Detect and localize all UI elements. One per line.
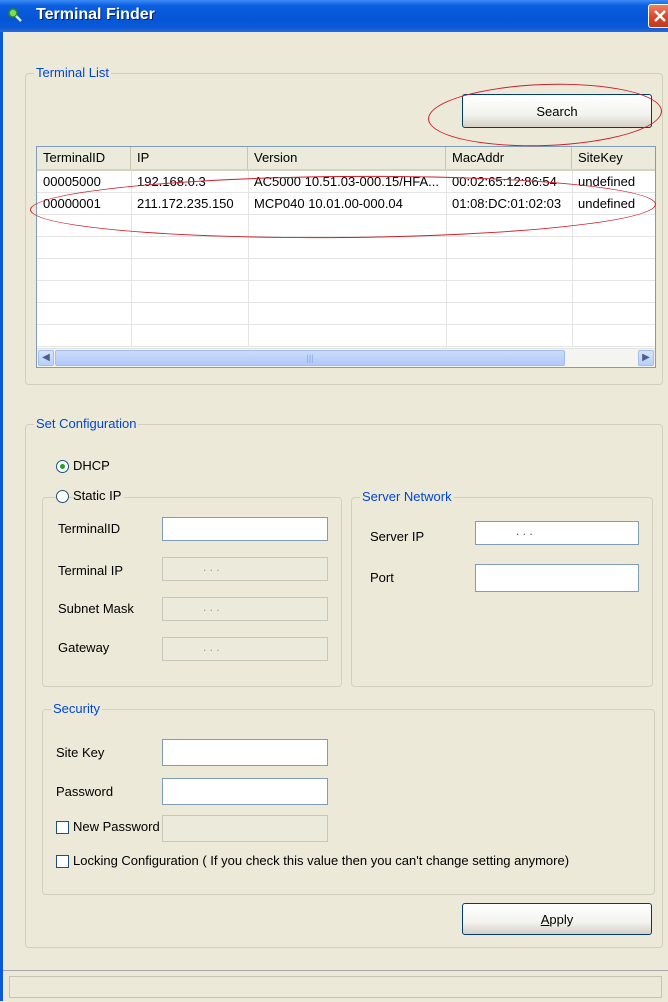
column-header-sitekey[interactable]: SiteKey <box>572 147 655 169</box>
subnet-mask-label: Subnet Mask <box>58 601 134 616</box>
terminal-id-label: TerminalID <box>58 521 121 536</box>
cell-macaddr: 00:02:65:12:86:54 <box>452 174 557 189</box>
horizontal-scrollbar[interactable]: ◀ ||| ▶ <box>37 348 655 367</box>
new-password-checkbox[interactable] <box>56 821 69 834</box>
terminal-ip-input[interactable]: . . . <box>162 557 328 581</box>
apply-button[interactable]: Apply <box>462 903 652 935</box>
terminal-list-table[interactable]: TerminalID IP Version MacAddr SiteKey 00… <box>36 146 656 368</box>
subnet-mask-input[interactable]: . . . <box>162 597 328 621</box>
ip-dots: . . . <box>516 524 533 538</box>
magnifier-icon <box>8 8 22 22</box>
search-button[interactable]: Search <box>462 94 652 128</box>
cell-version: MCP040 10.01.00-000.04 <box>254 196 403 211</box>
password-input[interactable] <box>162 778 328 805</box>
status-bar <box>3 970 668 1002</box>
column-header-ip[interactable]: IP <box>131 147 248 169</box>
new-password-input[interactable] <box>162 815 328 842</box>
close-button[interactable] <box>648 4 668 28</box>
scroll-right-button[interactable]: ▶ <box>638 350 654 366</box>
close-icon <box>654 10 666 22</box>
terminal-id-input[interactable] <box>162 517 328 541</box>
scroll-thumb[interactable]: ||| <box>55 350 565 366</box>
site-key-label: Site Key <box>56 745 105 760</box>
dhcp-radio[interactable] <box>56 460 69 473</box>
security-legend: Security <box>51 701 102 716</box>
server-network-legend: Server Network <box>360 489 454 504</box>
table-row[interactable]: 00000001 211.172.235.150 MCP040 10.01.00… <box>37 193 655 215</box>
table-row[interactable]: 00005000 192.168.0.3 AC5000 10.51.03-000… <box>37 171 655 193</box>
gateway-label: Gateway <box>58 640 110 655</box>
locking-configuration-checkbox[interactable] <box>56 855 69 868</box>
static-ip-radio[interactable] <box>56 490 69 503</box>
table-row <box>37 303 655 325</box>
terminal-list-legend: Terminal List <box>34 65 111 80</box>
ip-dots: . . . <box>203 640 220 654</box>
server-ip-input[interactable]: . . . <box>475 521 639 545</box>
server-ip-label: Server IP <box>370 529 425 544</box>
table-row <box>37 281 655 303</box>
dhcp-label: DHCP <box>73 458 110 473</box>
scroll-left-button[interactable]: ◀ <box>38 350 54 366</box>
table-row <box>37 259 655 281</box>
set-configuration-legend: Set Configuration <box>34 416 139 431</box>
new-password-label: New Password <box>73 819 160 834</box>
apply-button-label: Apply <box>540 911 574 927</box>
port-input[interactable] <box>475 564 639 592</box>
table-header: TerminalID IP Version MacAddr SiteKey <box>37 147 655 171</box>
window-title: Terminal Finder <box>36 6 155 23</box>
search-button-label: Search <box>536 103 578 119</box>
cell-version: AC5000 10.51.03-000.15/HFA... <box>254 174 440 189</box>
locking-configuration-label: Locking Configuration ( If you check thi… <box>73 853 570 868</box>
column-header-terminalid[interactable]: TerminalID <box>37 147 131 169</box>
gateway-input[interactable]: . . . <box>162 637 328 661</box>
column-header-version[interactable]: Version <box>248 147 446 169</box>
table-row <box>37 215 655 237</box>
cell-terminalid: 00005000 <box>43 174 101 189</box>
table-row <box>37 237 655 259</box>
cell-terminalid: 00000001 <box>43 196 101 211</box>
status-panel <box>9 976 662 998</box>
static-ip-label: Static IP <box>73 488 125 503</box>
table-row <box>37 325 655 347</box>
cell-ip: 192.168.0.3 <box>137 174 206 189</box>
terminal-ip-label: Terminal IP <box>58 563 124 578</box>
cell-macaddr: 01:08:DC:01:02:03 <box>452 196 562 211</box>
password-label: Password <box>56 784 114 799</box>
site-key-input[interactable] <box>162 739 328 766</box>
window-frame <box>0 32 3 1001</box>
cell-sitekey: undefined <box>578 174 636 189</box>
cell-sitekey: undefined <box>578 196 636 211</box>
title-bar: Terminal Finder <box>0 0 668 32</box>
port-label: Port <box>370 570 394 585</box>
ip-dots: . . . <box>203 560 220 574</box>
cell-ip: 211.172.235.150 <box>137 196 234 211</box>
column-header-macaddr[interactable]: MacAddr <box>446 147 572 169</box>
ip-dots: . . . <box>203 600 220 614</box>
